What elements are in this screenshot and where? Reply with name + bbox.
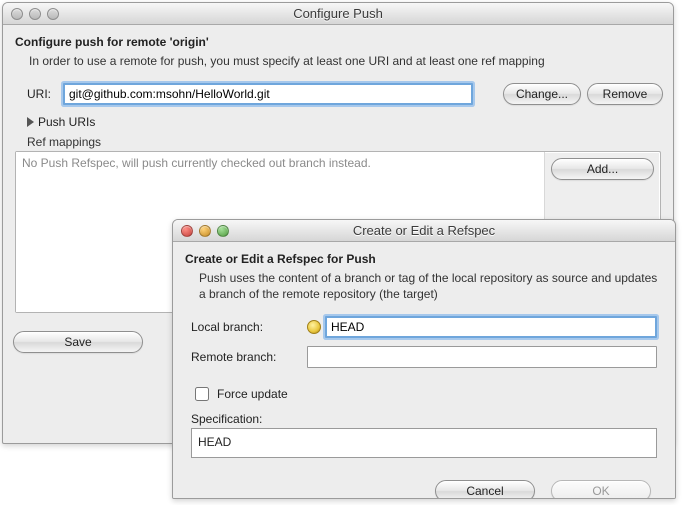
modal-form: Local branch: Remote branch: Force updat… bbox=[191, 316, 657, 426]
refspec-modal-window: Create or Edit a Refspec Create or Edit … bbox=[172, 219, 676, 499]
close-icon[interactable] bbox=[11, 8, 23, 20]
change-button[interactable]: Change... bbox=[503, 83, 581, 105]
ref-mappings-label: Ref mappings bbox=[27, 135, 663, 149]
force-update-label: Force update bbox=[217, 387, 288, 401]
minimize-icon[interactable] bbox=[29, 8, 41, 20]
remove-button[interactable]: Remove bbox=[587, 83, 663, 105]
force-update-row[interactable]: Force update bbox=[191, 384, 657, 404]
force-update-checkbox[interactable] bbox=[195, 387, 209, 401]
content-assist-icon[interactable] bbox=[307, 320, 321, 334]
remote-branch-input[interactable] bbox=[307, 346, 657, 368]
modal-traffic-lights bbox=[181, 225, 229, 237]
remote-branch-label: Remote branch: bbox=[191, 350, 301, 364]
add-button[interactable]: Add... bbox=[551, 158, 654, 180]
local-branch-label: Local branch: bbox=[191, 320, 301, 334]
specification-label: Specification: bbox=[191, 412, 657, 426]
disclosure-triangle-icon bbox=[27, 117, 34, 127]
uri-input[interactable] bbox=[63, 83, 473, 105]
save-button[interactable]: Save bbox=[13, 331, 143, 353]
cancel-button[interactable]: Cancel bbox=[435, 480, 535, 499]
close-icon[interactable] bbox=[181, 225, 193, 237]
modal-titlebar: Create or Edit a Refspec bbox=[173, 220, 675, 242]
main-description: In order to use a remote for push, you m… bbox=[29, 53, 663, 69]
modal-window-title: Create or Edit a Refspec bbox=[173, 223, 675, 238]
local-branch-input[interactable] bbox=[325, 316, 657, 338]
push-uris-disclosure[interactable]: Push URIs bbox=[27, 115, 663, 129]
main-titlebar: Configure Push bbox=[3, 3, 673, 25]
uri-label: URI: bbox=[27, 87, 57, 101]
traffic-lights bbox=[11, 8, 59, 20]
push-uris-label: Push URIs bbox=[38, 115, 95, 129]
main-window-title: Configure Push bbox=[3, 6, 673, 21]
modal-description: Push uses the content of a branch or tag… bbox=[199, 270, 665, 302]
zoom-icon[interactable] bbox=[217, 225, 229, 237]
specification-value: HEAD bbox=[191, 428, 657, 458]
modal-heading: Create or Edit a Refspec for Push bbox=[185, 252, 665, 266]
modal-window-body: Create or Edit a Refspec for Push Push u… bbox=[173, 242, 675, 499]
zoom-icon[interactable] bbox=[47, 8, 59, 20]
ok-button[interactable]: OK bbox=[551, 480, 651, 499]
minimize-icon[interactable] bbox=[199, 225, 211, 237]
modal-button-row: Cancel OK bbox=[183, 480, 651, 499]
main-heading: Configure push for remote 'origin' bbox=[15, 35, 663, 49]
